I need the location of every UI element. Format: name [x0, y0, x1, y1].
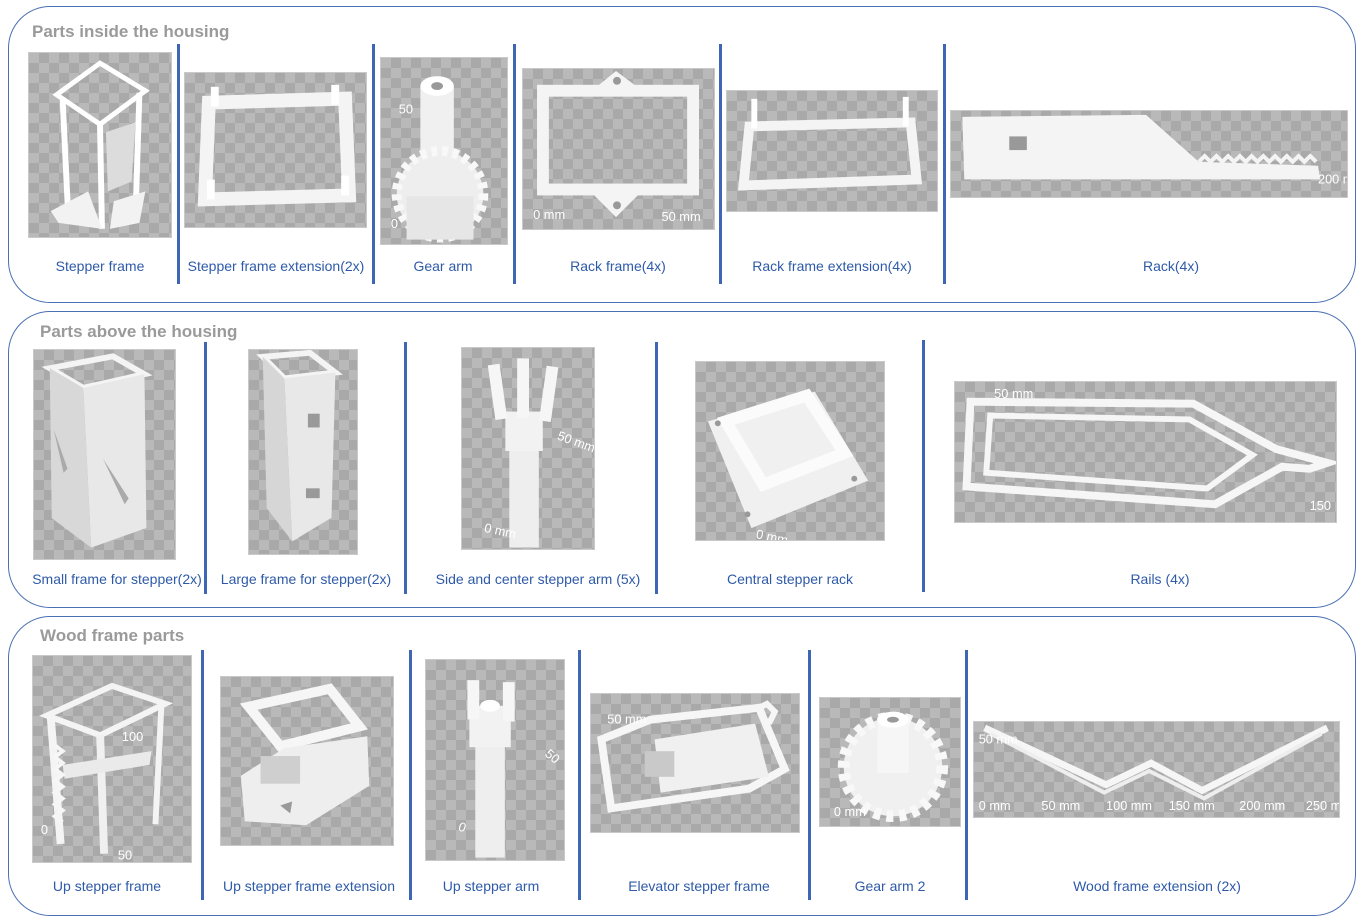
scale-label: 0	[391, 216, 398, 231]
rack-frame-extension-model	[726, 90, 938, 212]
scale-label: 200 m	[1318, 172, 1347, 186]
rails-model: 50 mm 150	[954, 381, 1337, 523]
scale-label: 200 mm	[1239, 798, 1285, 813]
scale-label: 0 mm	[834, 804, 866, 819]
part-caption: Large frame for stepper(2x)	[220, 571, 392, 587]
part-caption: Rack frame extension(4x)	[752, 258, 912, 274]
divider	[409, 650, 412, 900]
divider	[404, 342, 407, 594]
scale-label: 0	[457, 819, 469, 836]
scale-label: 0 mm	[979, 798, 1011, 813]
divider	[578, 650, 581, 900]
part-caption: Wood frame extension (2x)	[1073, 878, 1241, 894]
large-frame-model	[248, 349, 358, 555]
elevator-stepper-frame-model: 50 mm	[590, 693, 800, 833]
scale-label: 50 mm	[1041, 798, 1080, 813]
divider	[655, 342, 658, 594]
divider	[808, 650, 811, 900]
central-rack-model: 0 mm	[695, 361, 885, 541]
section-title: Parts inside the housing	[32, 22, 230, 41]
section-title: Wood frame parts	[40, 626, 185, 645]
part-caption: Elevator stepper frame	[628, 878, 770, 894]
divider	[943, 44, 946, 284]
part-caption: Rack(4x)	[1142, 258, 1199, 274]
scale-label: 50	[399, 102, 413, 117]
scale-label: 50 mm	[661, 209, 700, 224]
scale-label: 150 mm	[1169, 798, 1215, 813]
part-caption: Stepper frame extension(2x)	[187, 258, 365, 274]
gear-arm-model: 50 0	[380, 57, 508, 245]
part-caption: Stepper frame	[55, 258, 145, 274]
up-stepper-arm-model: 50 0	[425, 659, 565, 861]
part-caption: Side and center stepper arm (5x)	[435, 571, 641, 587]
divider	[201, 650, 204, 900]
divider	[965, 650, 968, 900]
divider	[372, 44, 375, 284]
scale-label: 0 mm	[755, 526, 790, 540]
part-caption: Up stepper frame	[52, 878, 162, 894]
part-caption: Up stepper frame extension	[223, 878, 395, 894]
scale-label: 100 mm	[1106, 798, 1152, 813]
small-frame-model	[33, 349, 176, 560]
scale-label: 50 mm	[994, 386, 1033, 401]
part-caption: Gear arm	[413, 258, 473, 274]
stepper-arm-model: 50 mm 0 mm	[461, 347, 595, 550]
divider	[513, 44, 516, 284]
divider	[204, 342, 207, 594]
divider	[177, 44, 180, 284]
scale-label: 50	[118, 848, 132, 862]
scale-label: 0 mm	[533, 207, 565, 222]
divider	[922, 340, 925, 592]
part-caption: Small frame for stepper(2x)	[32, 571, 202, 587]
divider	[719, 44, 722, 284]
scale-label: 50 mm	[556, 428, 594, 455]
rack-frame-model: 0 mm 50 mm	[522, 68, 715, 230]
stepper-frame-model	[28, 52, 172, 238]
part-caption: Central stepper rack	[726, 571, 854, 587]
scale-label: 50 mm	[607, 712, 646, 727]
scale-label: 250 mm	[1306, 798, 1339, 813]
rack-model: 200 m	[950, 110, 1348, 198]
up-stepper-frame-extension-model	[220, 676, 394, 846]
scale-label: 50 mm	[979, 732, 1018, 747]
scale-label: 0	[41, 822, 48, 837]
wood-frame-extension-model: 50 mm 0 mm 50 mm 100 mm 150 mm 200 mm 25…	[973, 721, 1340, 818]
section-title: Parts above the housing	[40, 322, 238, 341]
scale-label: 150	[1310, 498, 1331, 513]
part-caption: Up stepper arm	[442, 878, 540, 894]
gear-arm-2-model: 0 mm	[819, 697, 961, 827]
scale-label: 100	[122, 729, 143, 744]
scale-label: 50	[542, 746, 563, 767]
part-caption: Gear arm 2	[854, 878, 926, 894]
up-stepper-frame-model: 100 0 50	[32, 655, 192, 863]
part-caption: Rails (4x)	[1130, 571, 1190, 587]
stepper-frame-extension-model	[184, 72, 367, 228]
part-caption: Rack frame(4x)	[570, 258, 666, 274]
